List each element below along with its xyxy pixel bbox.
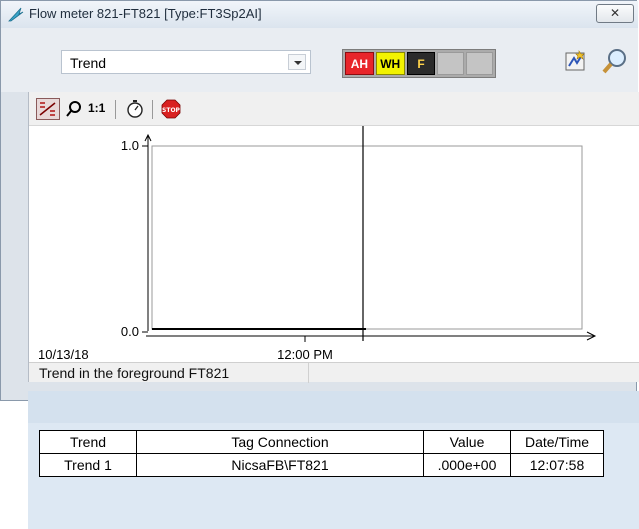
stopwatch-icon[interactable] — [126, 99, 144, 119]
view-select-value: Trend — [70, 55, 107, 71]
x-tick-label: 10/13/18 — [38, 347, 89, 362]
column-header-date-time[interactable]: Date/Time — [510, 430, 604, 454]
table-row[interactable]: Trend 1 NicsaFB\FT821 .000e+00 12:07:58 — [39, 453, 604, 477]
window-title: Flow meter 821-FT821 [Type:FT3Sp2AI] — [29, 6, 262, 21]
trend-toolbar: 1:1 STOP — [29, 92, 639, 126]
empty-indicator — [437, 52, 465, 75]
alarm-status-bar: AH WH F — [342, 49, 496, 78]
cell-date-time: 12:07:58 — [510, 453, 604, 477]
status-text: Trend in the foreground FT821 — [39, 365, 230, 381]
connection-panel: Trend Tag Connection Value Date/Time Tre… — [28, 391, 639, 529]
y-tick-label: 0.0 — [121, 324, 139, 339]
view-select[interactable]: Trend — [61, 50, 311, 74]
warning-wh-indicator[interactable]: WH — [375, 52, 405, 75]
trend-panel: 1:1 STOP 1.0 0.0 10/13/18 12:00 PM Trend in… — [28, 92, 639, 383]
toolbar-separator — [152, 100, 153, 119]
faceplate-toolbar: Trend AH WH F — [1, 28, 638, 92]
svg-text:STOP: STOP — [162, 107, 181, 114]
column-header-tag-connection[interactable]: Tag Connection — [136, 430, 424, 454]
faceplate-config-icon[interactable] — [563, 48, 589, 74]
chevron-down-icon[interactable] — [288, 54, 306, 70]
y-tick-label: 1.0 — [121, 138, 139, 153]
alarm-ah-indicator[interactable]: AH — [345, 52, 374, 75]
toolbar-separator — [115, 100, 116, 119]
title-bar[interactable]: Flow meter 821-FT821 [Type:FT3Sp2AI] ✕ — [1, 1, 638, 28]
column-header-trend[interactable]: Trend — [39, 430, 137, 454]
flow-meter-icon — [8, 7, 24, 22]
faceplate-window: Flow meter 821-FT821 [Type:FT3Sp2AI] ✕ T… — [0, 0, 639, 401]
close-button[interactable]: ✕ — [596, 4, 634, 23]
trend-plot: 1.0 0.0 10/13/18 12:00 PM — [38, 126, 597, 362]
plot-area — [151, 145, 583, 330]
cell-tag-connection: NicsaFB\FT821 — [136, 453, 424, 477]
connection-panel-header — [28, 391, 639, 423]
x-tick-label: 12:00 PM — [277, 347, 333, 362]
fault-f-indicator[interactable]: F — [406, 52, 436, 75]
status-divider — [308, 363, 309, 383]
trend-chart[interactable]: 1.0 0.0 10/13/18 12:00 PM — [29, 126, 639, 362]
zoom-icon[interactable] — [66, 99, 82, 119]
magnifier-icon[interactable] — [599, 48, 631, 74]
one-to-one-button[interactable]: 1:1 — [88, 101, 105, 115]
cell-value: .000e+00 — [423, 453, 511, 477]
empty-indicator — [466, 52, 494, 75]
auto-scale-icon[interactable] — [36, 98, 60, 120]
table-header-row: Trend Tag Connection Value Date/Time — [39, 430, 604, 454]
column-header-value[interactable]: Value — [423, 430, 511, 454]
status-bar: Trend in the foreground FT821 — [29, 362, 639, 383]
connection-table: Trend Tag Connection Value Date/Time Tre… — [39, 430, 604, 477]
cell-trend: Trend 1 — [39, 453, 137, 477]
stop-icon[interactable]: STOP — [161, 99, 181, 119]
